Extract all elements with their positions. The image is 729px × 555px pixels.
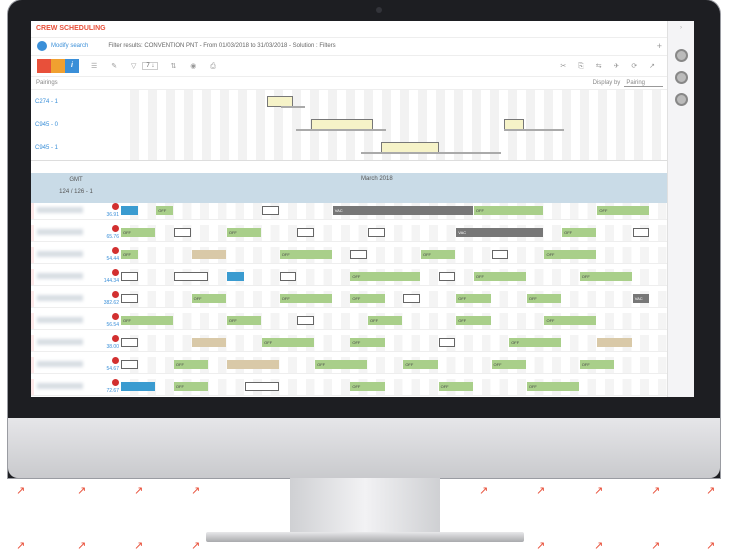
arrow-icon: ↗ — [479, 484, 489, 497]
arrow-icon: ↗ — [134, 539, 144, 552]
arrow-icon: ↗ — [594, 539, 604, 552]
arrow-icon: ↗ — [191, 539, 201, 552]
arrow-icon: ↗ — [594, 484, 604, 497]
arrow-icon: ↗ — [651, 484, 661, 497]
arrow-icon: ↗ — [77, 484, 87, 497]
arrow-icon: ↗ — [536, 484, 546, 497]
arrow-icon: ↗ — [77, 539, 87, 552]
arrow-icon: ↗ — [706, 539, 716, 552]
arrow-icon: ↗ — [134, 484, 144, 497]
arrow-icon: ↗ — [16, 539, 26, 552]
arrow-icon: ↗ — [191, 484, 201, 497]
arrow-icon: ↗ — [651, 539, 661, 552]
arrow-icon: ↗ — [706, 484, 716, 497]
arrow-icon: ↗ — [16, 484, 26, 497]
decorative-arrows: ↗ ↗ ↗ ↗ ↗ ↗ ↗ ↗ ↗ ↗ ↗ ↗ ↗ ↗ ↗ ↗ ↗ — [0, 0, 729, 555]
arrow-icon: ↗ — [536, 539, 546, 552]
